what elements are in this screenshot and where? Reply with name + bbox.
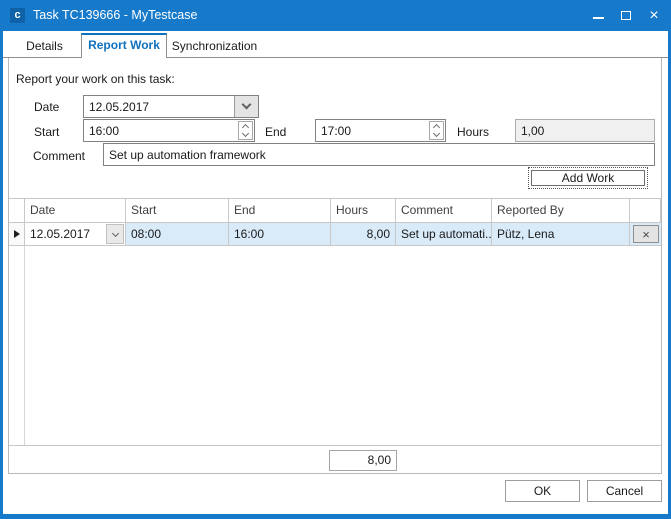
task-dialog-window: c Task TC139666 - MyTestcase × Details R… <box>0 0 671 519</box>
start-input[interactable] <box>84 120 237 141</box>
add-work-button[interactable]: Add Work <box>528 167 648 189</box>
grid-header-comment[interactable]: Comment <box>396 199 492 223</box>
minimize-button[interactable] <box>584 0 612 31</box>
row-comment-cell[interactable]: Set up automati... <box>396 223 492 245</box>
grid-header-hours[interactable]: Hours <box>331 199 396 223</box>
window-title: Task TC139666 - MyTestcase <box>33 0 197 31</box>
tab-details[interactable]: Details <box>8 36 81 57</box>
chevron-down-icon <box>111 229 118 236</box>
comment-label: Comment <box>33 149 85 163</box>
chevron-down-icon <box>242 100 252 110</box>
row-indicator-cell <box>9 223 25 245</box>
row-hours-cell[interactable]: 8,00 <box>331 223 396 245</box>
minimize-icon <box>593 17 604 19</box>
row-date-dropdown-button[interactable] <box>106 224 124 244</box>
hours-field <box>515 119 655 142</box>
window-controls: × <box>584 0 668 31</box>
maximize-button[interactable] <box>612 0 640 31</box>
date-dropdown-button[interactable] <box>234 96 258 117</box>
end-label: End <box>265 125 286 139</box>
date-field <box>83 95 259 118</box>
end-input[interactable] <box>316 120 428 141</box>
grid-header-reported-by[interactable]: Reported By <box>492 199 630 223</box>
close-button[interactable]: × <box>640 0 668 31</box>
ok-button[interactable]: OK <box>505 480 580 502</box>
start-field <box>83 119 255 142</box>
row-start-cell[interactable]: 08:00 <box>126 223 229 245</box>
chevron-down-icon <box>433 130 440 137</box>
comment-input[interactable] <box>104 144 654 165</box>
row-date-cell[interactable]: 12.05.2017 <box>25 223 126 245</box>
work-entries-grid: Date Start End Hours Comment Reported By… <box>9 198 661 473</box>
cancel-button[interactable]: Cancel <box>587 480 662 502</box>
titlebar: c Task TC139666 - MyTestcase × <box>0 0 671 31</box>
add-work-button-label: Add Work <box>531 170 645 186</box>
start-label: Start <box>34 125 59 139</box>
app-icon: c <box>10 8 25 23</box>
delete-icon: × <box>642 227 650 242</box>
date-input[interactable] <box>84 96 234 117</box>
tab-report-work[interactable]: Report Work <box>81 33 167 58</box>
row-delete-cell: × <box>630 223 661 245</box>
start-spinner <box>238 121 253 140</box>
form-heading: Report your work on this task: <box>16 72 175 86</box>
hours-total-box: 8,00 <box>329 450 397 471</box>
row-reported-by-cell[interactable]: Pütz, Lena <box>492 223 630 245</box>
table-row[interactable]: 12.05.2017 08:00 16:00 8,00 Set up autom… <box>9 223 661 246</box>
chevron-down-icon <box>242 130 249 137</box>
tab-synchronization[interactable]: Synchronization <box>167 36 262 57</box>
end-field <box>315 119 446 142</box>
maximize-icon <box>621 11 631 20</box>
hours-label: Hours <box>457 125 489 139</box>
grid-header-start[interactable]: Start <box>126 199 229 223</box>
date-label: Date <box>34 100 59 114</box>
close-icon: × <box>649 8 658 24</box>
start-spin-down-button[interactable] <box>239 131 252 140</box>
comment-field <box>103 143 655 166</box>
row-indicator-icon <box>14 230 20 238</box>
row-end-cell[interactable]: 16:00 <box>229 223 331 245</box>
grid-header-indicator <box>9 199 25 223</box>
grid-header-date[interactable]: Date <box>25 199 126 223</box>
grid-footer: 8,00 <box>9 445 661 473</box>
hours-value <box>516 120 654 141</box>
end-spinner <box>429 121 444 140</box>
grid-header-delete <box>630 199 661 223</box>
indicator-column-continuation <box>9 246 25 445</box>
grid-header-end[interactable]: End <box>229 199 331 223</box>
grid-empty-area <box>9 246 661 445</box>
end-spin-down-button[interactable] <box>430 131 443 140</box>
grid-header-row: Date Start End Hours Comment Reported By <box>9 199 661 223</box>
delete-row-button[interactable]: × <box>633 225 659 243</box>
row-date-value: 12.05.2017 <box>30 227 90 241</box>
